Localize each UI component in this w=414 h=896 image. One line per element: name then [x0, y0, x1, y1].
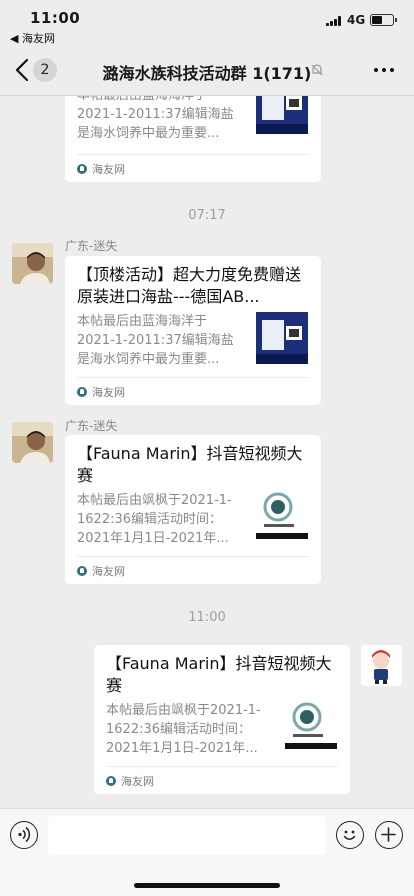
- link-card-thumbnail: [285, 697, 337, 749]
- more-options-button[interactable]: [374, 68, 394, 72]
- chat-title: 潞海水族科技活动群 1(171): [102, 64, 312, 83]
- chevron-left-icon: [15, 58, 29, 82]
- link-card-description: 本帖最后由蓝海海洋于2021-1-2011:37编辑海盐是海水饲养中最为重要..…: [77, 96, 234, 141]
- link-card-message[interactable]: 【Fauna Marin】抖音短视频大赛 本帖最后由飒枫于2021-1-1622…: [65, 435, 321, 584]
- voice-wave-icon: [18, 826, 31, 843]
- avatar[interactable]: [12, 243, 53, 284]
- timestamp: 07:17: [188, 208, 226, 223]
- link-card-thumbnail: [256, 312, 308, 364]
- more-actions-button[interactable]: [375, 821, 403, 849]
- link-card-footer: 海友网: [77, 377, 309, 405]
- link-card-footer: 海友网: [106, 766, 338, 794]
- status-bar: 11:00 ◀ 海友网 4G: [0, 0, 414, 45]
- voice-input-button[interactable]: [10, 821, 38, 849]
- link-card-message[interactable]: 【Fauna Marin】抖音短视频大赛 本帖最后由飒枫于2021-1-1622…: [94, 645, 350, 794]
- link-card-title: 【Fauna Marin】抖音短视频大赛: [77, 444, 303, 485]
- plus-icon: [381, 827, 396, 842]
- site-logo-icon: [106, 775, 116, 786]
- link-card-thumbnail: [256, 487, 308, 539]
- link-card-source: 海友网: [121, 774, 154, 788]
- site-logo-icon: [77, 163, 87, 174]
- message-input-bar: [0, 808, 414, 896]
- signal-icon: [326, 16, 341, 26]
- link-card-source: 海友网: [92, 385, 125, 399]
- back-button[interactable]: [12, 57, 34, 83]
- sender-name: 广东-迷失: [65, 419, 118, 433]
- link-card-message[interactable]: 本帖最后由蓝海海洋于2021-1-2011:37编辑海盐是海水饲养中最为重要..…: [65, 96, 321, 182]
- unread-count-badge[interactable]: 2: [33, 58, 57, 82]
- mute-bell-icon: [311, 64, 323, 76]
- link-card-source: 海友网: [92, 564, 125, 578]
- link-card-footer: 海友网: [77, 556, 309, 584]
- my-avatar[interactable]: [361, 645, 402, 686]
- link-card-title: 【顶楼活动】超大力度免费赠送原装进口海盐---德国AB...: [77, 265, 302, 306]
- chat-header: 2 潞海水族科技活动群 1(171): [0, 44, 414, 96]
- link-card-description: 本帖最后由蓝海海洋于2021-1-2011:37编辑海盐是海水饲养中最为重要..…: [77, 314, 234, 367]
- link-card-message[interactable]: 【顶楼活动】超大力度免费赠送原装进口海盐---德国AB... 本帖最后由蓝海海洋…: [65, 256, 321, 405]
- battery-icon: [370, 14, 397, 26]
- message-input[interactable]: [48, 816, 326, 855]
- site-logo-icon: [77, 565, 87, 576]
- sender-name: 广东-迷失: [65, 239, 118, 253]
- link-card-description: 本帖最后由飒枫于2021-1-1622:36编辑活动时间：2021年1月1日-2…: [77, 493, 232, 546]
- avatar[interactable]: [12, 422, 53, 463]
- link-card-title: 【Fauna Marin】抖音短视频大赛: [106, 654, 332, 695]
- site-logo-icon: [77, 386, 87, 397]
- status-time: 11:00: [30, 9, 81, 27]
- timestamp: 11:00: [188, 610, 226, 625]
- network-type: 4G: [347, 13, 366, 27]
- link-card-footer: 海友网: [77, 154, 309, 182]
- home-indicator[interactable]: [134, 883, 280, 888]
- link-card-thumbnail: [256, 96, 308, 134]
- link-card-source: 海友网: [92, 162, 125, 176]
- emoji-button[interactable]: [336, 821, 364, 849]
- link-card-description: 本帖最后由飒枫于2021-1-1622:36编辑活动时间：2021年1月1日-2…: [106, 703, 261, 756]
- smiley-icon: [343, 830, 356, 840]
- chat-message-list[interactable]: 本帖最后由蓝海海洋于2021-1-2011:37编辑海盐是海水饲养中最为重要..…: [0, 96, 414, 808]
